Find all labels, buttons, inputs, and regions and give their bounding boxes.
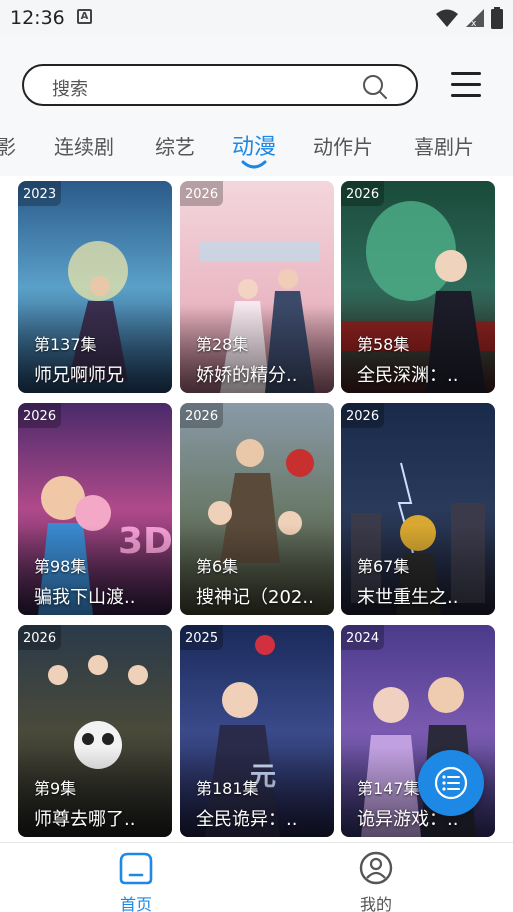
active-tab-indicator bbox=[241, 160, 267, 169]
episode-count: 第58集 bbox=[357, 335, 410, 354]
tab-series[interactable]: 连续剧 bbox=[54, 131, 114, 160]
video-card[interactable]: 元 2025 第181集 全民诡异：.. bbox=[180, 625, 334, 837]
video-card[interactable]: 2026 第67集 末世重生之.. bbox=[341, 403, 495, 615]
status-time: 12:36 bbox=[10, 7, 65, 29]
episode-count: 第28集 bbox=[196, 335, 249, 354]
video-title: 末世重生之.. bbox=[357, 587, 459, 608]
nav-home-label: 首页 bbox=[119, 895, 152, 912]
episode-count: 第6集 bbox=[196, 557, 239, 576]
year-badge: 2026 bbox=[341, 181, 385, 206]
video-card[interactable]: 2026 第58集 全民深渊：.. bbox=[341, 181, 495, 393]
episode-count: 第137集 bbox=[34, 335, 97, 354]
tab-movie[interactable]: 影 bbox=[0, 131, 16, 160]
tab-comedy[interactable]: 喜剧片 bbox=[414, 131, 474, 160]
video-title: 师兄啊师兄 bbox=[34, 365, 124, 386]
year-badge: 2026 bbox=[180, 181, 224, 206]
year-badge: 2024 bbox=[341, 625, 385, 650]
signal-icon: x bbox=[466, 9, 484, 28]
episode-count: 第98集 bbox=[34, 557, 87, 576]
status-bar: 12:36 A x bbox=[0, 0, 513, 36]
episode-count: 第9集 bbox=[34, 779, 77, 798]
video-title: 全民深渊：.. bbox=[357, 365, 459, 386]
tab-action[interactable]: 动作片 bbox=[313, 131, 373, 160]
year-badge: 2025 bbox=[180, 625, 224, 650]
year-badge: 2026 bbox=[18, 625, 62, 650]
episode-count: 第181集 bbox=[196, 779, 259, 798]
year-badge: 2023 bbox=[18, 181, 62, 206]
bottom-navigation: 首页 我的 bbox=[0, 842, 513, 912]
video-card[interactable]: 3D 2026 第98集 骗我下山渡.. bbox=[18, 403, 172, 615]
video-card[interactable]: 2023 第137集 师兄啊师兄 bbox=[18, 181, 172, 393]
episode-count: 第67集 bbox=[357, 557, 410, 576]
profile-icon bbox=[359, 851, 393, 885]
nav-home[interactable]: 首页 bbox=[96, 851, 176, 912]
search-placeholder: 搜索 bbox=[52, 79, 88, 100]
search-icon[interactable] bbox=[362, 74, 388, 100]
year-badge: 2026 bbox=[180, 403, 224, 428]
video-title: 娇娇的精分.. bbox=[196, 365, 298, 386]
year-badge: 2026 bbox=[341, 403, 385, 428]
list-fab-button[interactable] bbox=[418, 750, 484, 816]
episode-count: 第147集 bbox=[357, 779, 420, 798]
video-card[interactable]: 2026 第9集 师尊去哪了.. bbox=[18, 625, 172, 837]
battery-icon bbox=[491, 7, 503, 29]
nav-mine[interactable]: 我的 bbox=[336, 851, 416, 912]
video-card[interactable]: 2026 第6集 搜神记（202.. bbox=[180, 403, 334, 615]
category-tabs: 影 连续剧 综艺 动漫 动作片 喜剧片 bbox=[0, 124, 513, 172]
notification-icon: A bbox=[77, 9, 92, 24]
video-card[interactable]: 2026 第28集 娇娇的精分.. bbox=[180, 181, 334, 393]
video-title: 全民诡异：.. bbox=[196, 809, 298, 830]
menu-icon[interactable] bbox=[449, 68, 483, 102]
search-input[interactable]: 搜索 bbox=[22, 64, 418, 106]
tab-anime[interactable]: 动漫 bbox=[232, 129, 276, 161]
year-badge: 2026 bbox=[18, 403, 62, 428]
tab-variety[interactable]: 综艺 bbox=[155, 131, 195, 160]
svg-text:x: x bbox=[471, 19, 477, 28]
home-icon bbox=[119, 852, 153, 885]
wifi-icon bbox=[436, 9, 458, 27]
list-icon bbox=[434, 766, 468, 800]
content-grid: 2023 第137集 师兄啊师兄 2026 第28集 娇娇的精分.. 2026 bbox=[0, 181, 513, 841]
video-title: 师尊去哪了.. bbox=[34, 809, 136, 830]
status-icons: x bbox=[435, 6, 503, 30]
video-title: 搜神记（202.. bbox=[196, 587, 314, 608]
video-title: 骗我下山渡.. bbox=[34, 587, 136, 608]
nav-mine-label: 我的 bbox=[359, 895, 392, 912]
